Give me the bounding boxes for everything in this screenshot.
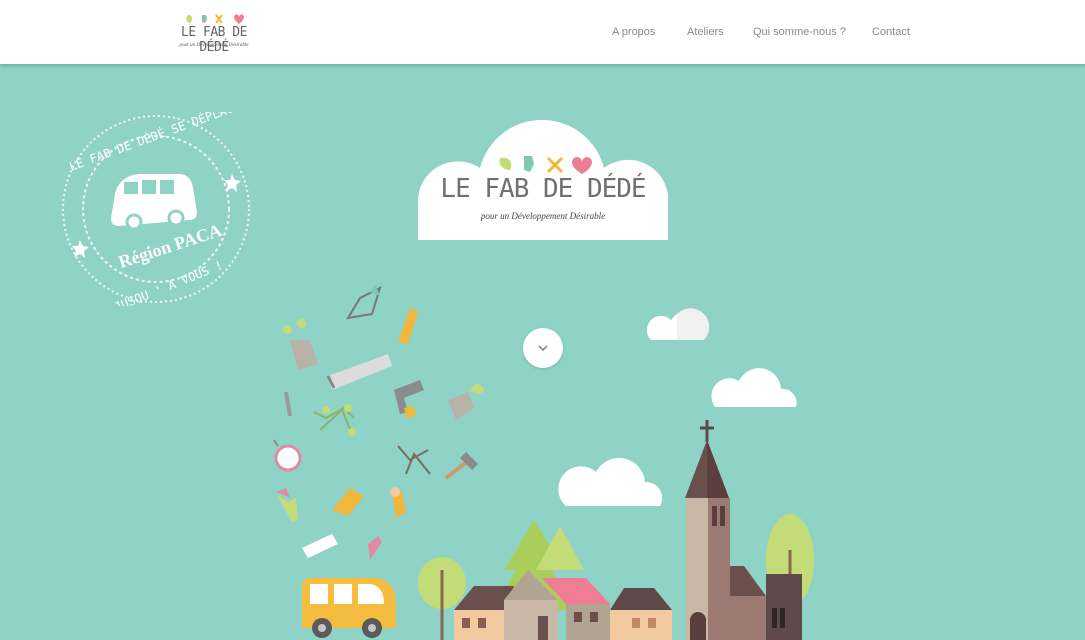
background-clouds <box>558 308 797 506</box>
region-paca-stamp: Région PACA LE FAB DE DÉDÉ SE DÉPLACE JU… <box>62 112 250 306</box>
chevron-down-icon <box>538 345 548 352</box>
stamp-top-text: LE FAB DE DÉDÉ SE DÉPLACE <box>67 112 242 174</box>
top-navigation-bar: LE FAB DE DÉDÉ pour un Développement Dés… <box>0 0 1085 64</box>
nav-ateliers[interactable]: Ateliers <box>687 26 724 38</box>
nav-contact[interactable]: Contact <box>872 26 910 38</box>
logo-icons <box>186 14 244 24</box>
hero-title: LE FAB DE DÉDÉ <box>440 174 646 204</box>
scroll-down-button[interactable] <box>523 328 563 368</box>
logo-text: LE FAB DE DÉDÉ <box>181 25 247 55</box>
site-logo[interactable]: LE FAB DE DÉDÉ pour un Développement Dés… <box>176 12 252 55</box>
nav-qui-sommes-nous[interactable]: Qui somme-nous ? <box>753 26 846 38</box>
hero-subtitle: pour un Développement Désirable <box>480 211 606 221</box>
village-illustration <box>273 284 814 640</box>
floating-tools-illustration <box>273 284 484 560</box>
yellow-bus-illustration <box>302 578 396 638</box>
logo-subtitle: pour un Développement Désirable <box>179 43 249 48</box>
nav-a-propos[interactable]: A propos <box>612 26 655 38</box>
